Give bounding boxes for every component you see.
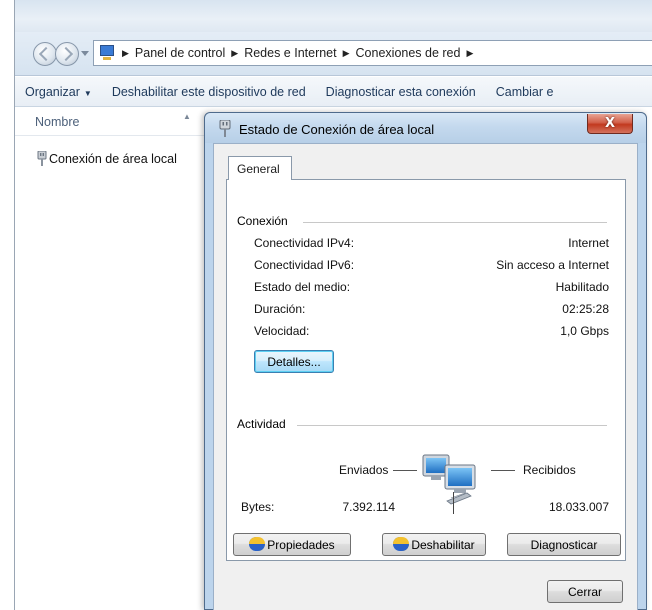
shield-icon (393, 536, 410, 553)
organize-label: Organizar (25, 84, 80, 99)
disable-label: Deshabilitar (411, 537, 475, 552)
connection-status-dialog: Estado de Conexión de área local X Gener… (204, 112, 647, 610)
list-item-label: Conexión de área local (49, 152, 177, 166)
diagnose-button[interactable]: Diagnosticar (507, 533, 621, 556)
breadcrumb-item-control-panel[interactable]: Panel de control (135, 46, 225, 60)
breadcrumb-separator-icon[interactable]: ▶ (343, 48, 350, 59)
media-state-value: Habilitado (555, 280, 609, 294)
change-settings-button[interactable]: Cambiar e (486, 85, 564, 99)
organize-menu[interactable]: Organizar ▼ (15, 85, 102, 99)
column-header-label: Nombre (35, 114, 80, 129)
duration-label: Duración: (254, 302, 306, 316)
column-header-name[interactable]: Nombre ▲ (15, 108, 210, 136)
details-button[interactable]: Detalles... (254, 350, 334, 373)
control-panel-icon (98, 44, 116, 62)
tab-general[interactable]: General (228, 156, 292, 180)
navigation-bar: ▶ Panel de control ▶ Redes e Internet ▶ … (15, 32, 652, 76)
media-state-label: Estado del medio: (254, 280, 351, 294)
close-window-button[interactable]: X (587, 114, 633, 134)
activity-group-label: Actividad (237, 417, 292, 431)
address-bar[interactable]: ▶ Panel de control ▶ Redes e Internet ▶ … (93, 40, 652, 66)
group-divider (297, 425, 607, 426)
dialog-title: Estado de Conexión de área local (239, 122, 435, 137)
group-divider (303, 222, 607, 223)
network-plug-icon (37, 151, 47, 166)
breadcrumb-separator-icon[interactable]: ▶ (231, 48, 238, 59)
ipv4-label: Conectividad IPv4: (254, 236, 355, 250)
bytes-sent-value: 7.392.114 (342, 500, 396, 514)
forward-button[interactable] (55, 42, 79, 66)
command-bar: Organizar ▼ Deshabilitar este dispositivo… (15, 77, 652, 107)
ipv4-value: Internet (568, 236, 609, 250)
dialog-titlebar[interactable]: Estado de Conexión de área local X (205, 113, 646, 143)
breadcrumb-separator-icon[interactable]: ▶ (122, 48, 129, 59)
bytes-label: Bytes: (241, 500, 275, 514)
properties-label: Propiedades (267, 537, 335, 552)
sent-label: Enviados (339, 463, 389, 477)
breadcrumb-item-network-internet[interactable]: Redes e Internet (244, 46, 336, 60)
close-icon: X (604, 116, 616, 131)
speed-value: 1,0 Gbps (560, 324, 609, 338)
ipv6-label: Conectividad IPv6: (254, 258, 355, 272)
activity-divider (453, 492, 454, 514)
received-line (491, 470, 515, 471)
connection-group-label: Conexión (237, 214, 294, 228)
network-computers-icon (422, 454, 476, 505)
disable-device-button[interactable]: Deshabilitar este dispositivo de red (102, 85, 316, 99)
close-button[interactable]: Cerrar (547, 580, 623, 603)
received-label: Recibidos (523, 463, 576, 477)
dialog-body: General Conexión Conectividad IPv4: Inte… (213, 143, 638, 610)
speed-label: Velocidad: (254, 324, 310, 338)
list-item[interactable]: Conexión de área local (15, 148, 210, 170)
diagnose-connection-button[interactable]: Diagnosticar esta conexión (316, 85, 486, 99)
sent-line (393, 470, 417, 471)
properties-button[interactable]: Propiedades (233, 533, 351, 556)
breadcrumb-item-network-connections[interactable]: Conexiones de red (356, 46, 461, 60)
window-frame-top (15, 0, 652, 32)
bytes-received-value: 18.033.007 (548, 500, 609, 514)
network-plug-icon (219, 120, 231, 137)
breadcrumb-separator-icon[interactable]: ▶ (466, 48, 473, 59)
disable-button[interactable]: Deshabilitar (382, 533, 486, 556)
chevron-down-icon: ▼ (83, 88, 92, 98)
sort-ascending-icon: ▲ (183, 112, 191, 121)
recent-pages-dropdown[interactable] (81, 51, 89, 56)
shield-icon (249, 536, 266, 553)
general-tab-panel: Conexión Conectividad IPv4: Internet Con… (226, 179, 626, 561)
back-button[interactable] (33, 42, 57, 66)
duration-value: 02:25:28 (562, 302, 609, 316)
ipv6-value: Sin acceso a Internet (496, 258, 609, 272)
